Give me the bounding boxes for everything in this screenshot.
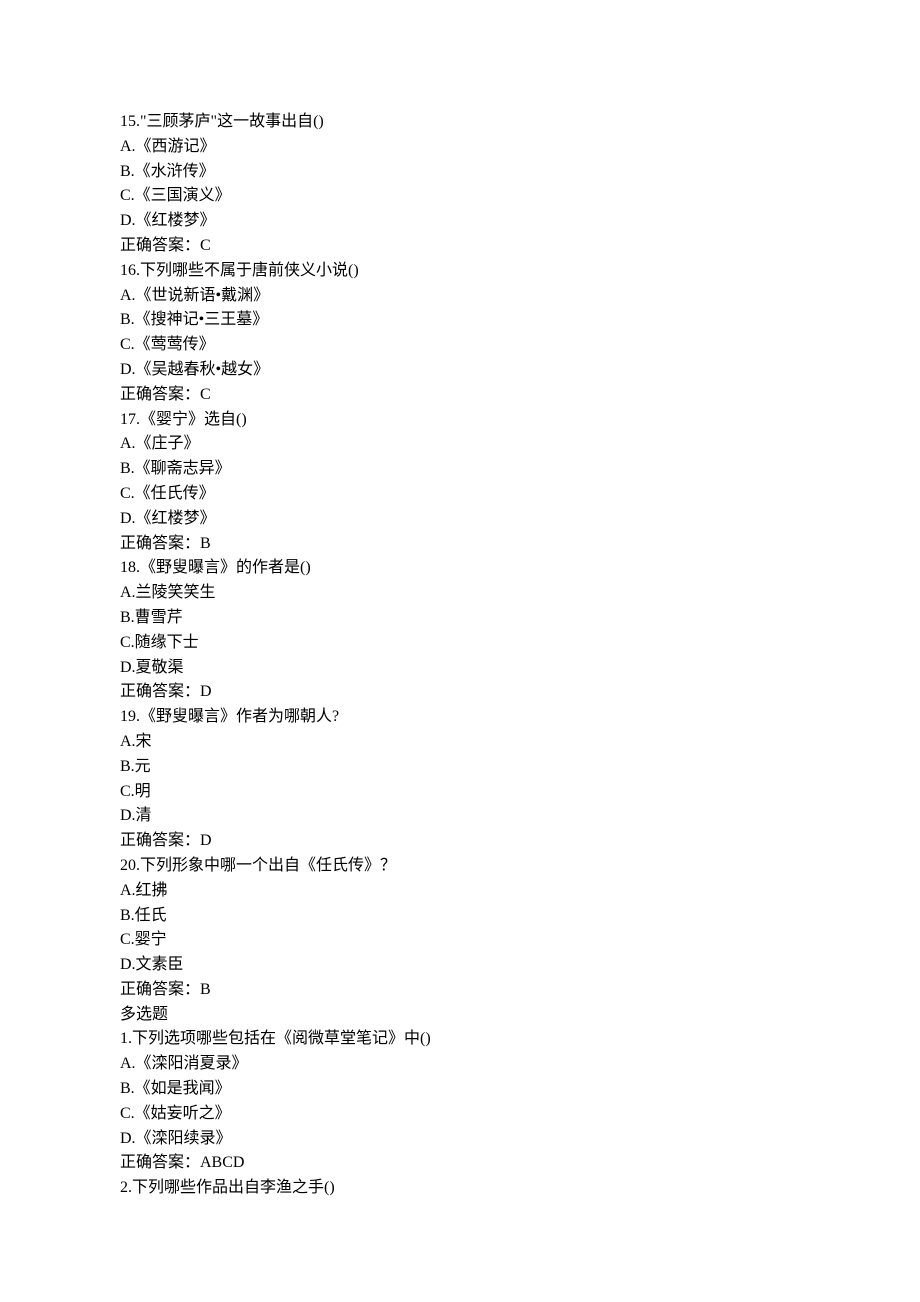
question-option: C.婴宁 — [120, 928, 920, 953]
question-option: D.夏敬渠 — [120, 656, 920, 681]
question-option: C.《莺莺传》 — [120, 333, 920, 358]
question-option: C.随缘下士 — [120, 631, 920, 656]
question-option: B.任氏 — [120, 904, 920, 929]
question-option: B.曹雪芹 — [120, 606, 920, 631]
question-option: A.红拂 — [120, 879, 920, 904]
mq-answer: 正确答案：ABCD — [120, 1151, 920, 1176]
question-answer: 正确答案：D — [120, 829, 920, 854]
question-stem: 19.《野叟曝言》作者为哪朝人? — [120, 705, 920, 730]
mq-stem: 2.下列哪些作品出自李渔之手() — [120, 1176, 920, 1201]
question-option: D.《红楼梦》 — [120, 507, 920, 532]
question-answer: 正确答案：B — [120, 532, 920, 557]
question-answer: 正确答案：C — [120, 383, 920, 408]
mq-option: C.《姑妄听之》 — [120, 1102, 920, 1127]
question-option: A.《西游记》 — [120, 135, 920, 160]
question-option: A.《世说新语•戴渊》 — [120, 284, 920, 309]
question-option: A.《庄子》 — [120, 432, 920, 457]
question-stem: 18.《野叟曝言》的作者是() — [120, 556, 920, 581]
question-option: B.元 — [120, 755, 920, 780]
question-option: D.文素臣 — [120, 953, 920, 978]
question-answer: 正确答案：D — [120, 680, 920, 705]
question-option: C.明 — [120, 780, 920, 805]
question-stem: 15."三顾茅庐"这一故事出自() — [120, 110, 920, 135]
mq-option: B.《如是我闻》 — [120, 1077, 920, 1102]
document-body: 15."三顾茅庐"这一故事出自()A.《西游记》B.《水浒传》C.《三国演义》D… — [120, 110, 920, 1201]
question-option: D.《红楼梦》 — [120, 209, 920, 234]
question-option: B.《聊斋志异》 — [120, 457, 920, 482]
question-answer: 正确答案：C — [120, 234, 920, 259]
multi-choice-block: 1.下列选项哪些包括在《阅微草堂笔记》中()A.《滦阳消夏录》B.《如是我闻》C… — [120, 1027, 920, 1201]
question-answer: 正确答案：B — [120, 978, 920, 1003]
question-option: A.宋 — [120, 730, 920, 755]
question-stem: 17.《婴宁》选自() — [120, 408, 920, 433]
multi-choice-heading: 多选题 — [120, 1003, 920, 1028]
mq-stem: 1.下列选项哪些包括在《阅微草堂笔记》中() — [120, 1027, 920, 1052]
question-option: D.《吴越春秋•越女》 — [120, 358, 920, 383]
question-stem: 16.下列哪些不属于唐前侠义小说() — [120, 259, 920, 284]
question-option: A.兰陵笑笑生 — [120, 581, 920, 606]
question-option: C.《三国演义》 — [120, 184, 920, 209]
question-option: B.《搜神记•三王墓》 — [120, 308, 920, 333]
question-option: C.《任氏传》 — [120, 482, 920, 507]
mq-option: A.《滦阳消夏录》 — [120, 1052, 920, 1077]
question-stem: 20.下列形象中哪一个出自《任氏传》？ — [120, 854, 920, 879]
question-option: B.《水浒传》 — [120, 160, 920, 185]
mq-option: D.《滦阳续录》 — [120, 1127, 920, 1152]
question-option: D.清 — [120, 804, 920, 829]
